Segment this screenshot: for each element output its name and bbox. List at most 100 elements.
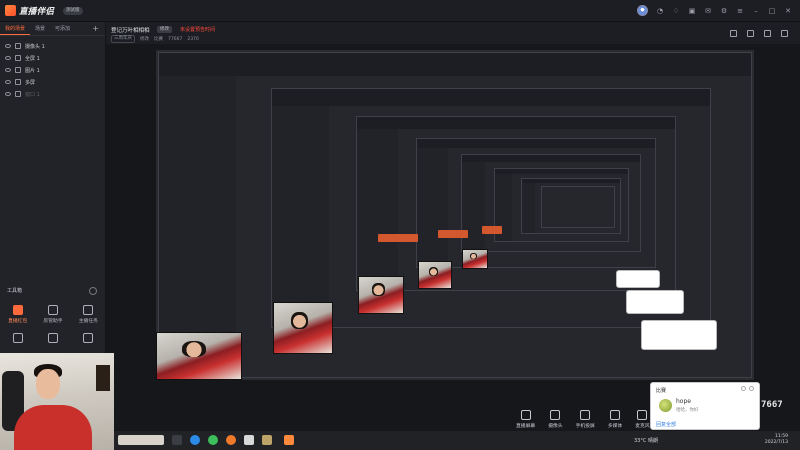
source-label: 窗口 1 [25, 91, 40, 98]
add-source-icon[interactable]: + [92, 24, 99, 33]
gift-icon[interactable]: ▣ [688, 7, 696, 15]
webcam-preview [358, 276, 404, 314]
category-chip: 三周年庆 [111, 35, 135, 43]
tool-microphone[interactable]: 麦克风 [635, 410, 650, 429]
shirt-icon[interactable]: ♢ [672, 7, 680, 15]
tool-label: 手机投屏 [575, 424, 595, 429]
lock-icon[interactable] [15, 67, 21, 73]
title-bar-actions: ◔ ♢ ▣ ✉ ⚙ ≡ – □ ✕ [637, 5, 792, 16]
viewer-stat: 2370 [187, 36, 199, 42]
lock-icon[interactable] [15, 43, 21, 49]
preview-layer [541, 186, 615, 228]
source-item-camera[interactable]: 摄像头 1 [0, 40, 105, 52]
lock-icon[interactable] [15, 91, 21, 97]
category-edit[interactable]: 修改 [140, 36, 149, 42]
edge-icon[interactable] [190, 435, 200, 445]
eye-icon[interactable] [5, 80, 11, 84]
share-icon [12, 333, 23, 343]
tool-label: 麦克风 [635, 424, 650, 429]
more-icon [83, 333, 94, 343]
live-preview[interactable] [156, 50, 754, 380]
shirt-shape [14, 405, 92, 450]
tool-camera[interactable]: 摄像头 [548, 410, 563, 429]
tab-addable[interactable]: 可添加 [50, 22, 75, 35]
phone-icon [580, 410, 591, 420]
source-label: 摄像头 1 [25, 43, 45, 50]
crop-icon[interactable] [764, 30, 771, 37]
edit-tag[interactable]: 修改 [157, 26, 172, 33]
tool-more[interactable] [71, 333, 106, 345]
tool-host-tasks[interactable]: 主播任务 [71, 305, 106, 324]
media-icon [610, 410, 621, 420]
download-icon [47, 333, 58, 343]
clock-date: 2022/7/13 [764, 440, 788, 445]
lock-icon[interactable] [15, 79, 21, 85]
version-badge: 测试版 [63, 7, 83, 15]
chat-popup-mirror [641, 320, 717, 350]
lock-icon[interactable] [15, 55, 21, 61]
search-box[interactable] [118, 435, 164, 445]
source-list: 摄像头 1 全屏 1 图片 1 多屏 窗口 1 [0, 36, 105, 100]
source-item-image[interactable]: 图片 1 [0, 64, 105, 76]
live-companion-icon[interactable] [284, 435, 294, 445]
settings-icon[interactable] [741, 386, 746, 391]
tool-download[interactable] [35, 333, 70, 345]
share-icon[interactable] [781, 30, 788, 37]
maximize-icon[interactable]: □ [768, 7, 776, 15]
app-icon[interactable] [244, 435, 254, 445]
task-view-icon[interactable] [172, 435, 182, 445]
webcam-feed [0, 353, 114, 450]
close-icon[interactable] [749, 386, 754, 391]
tool-label: 主播任务 [78, 319, 98, 324]
mail-icon[interactable]: ✉ [704, 7, 712, 15]
source-item-fullscreen[interactable]: 全屏 1 [0, 52, 105, 64]
layout-icon[interactable] [730, 30, 737, 37]
firefox-icon[interactable] [226, 435, 236, 445]
meta-label: 比赛 [154, 37, 163, 42]
source-item-multiscreen[interactable]: 多屏 [0, 76, 105, 88]
minimize-icon[interactable]: – [752, 7, 760, 15]
user-avatar[interactable] [637, 5, 648, 16]
logo-text: 直播伴侣 [19, 6, 55, 17]
chat-popup-mirror [616, 270, 660, 288]
scene-tabs: 我的场景 场景 可添加 [0, 22, 105, 36]
orange-button [378, 234, 418, 242]
source-item-window[interactable]: 窗口 1 [0, 88, 105, 100]
chat-popup[interactable]: 比赛 hope 哈哈，你好 回复全部 [650, 382, 760, 430]
lock-icon[interactable] [747, 30, 754, 37]
webcam-preview [156, 332, 242, 380]
app-icon[interactable] [262, 435, 272, 445]
toolbox-title: 工具箱 [7, 288, 23, 294]
tab-my-scenes[interactable]: 我的场景 [0, 22, 31, 35]
logo-icon [5, 5, 16, 16]
red-packet-icon [12, 305, 23, 315]
tool-phone-cast[interactable]: 手机投屏 [576, 410, 595, 429]
tool-screen[interactable]: 直播屏幕 [516, 410, 535, 429]
headset-icon[interactable]: ◔ [656, 7, 664, 15]
bottom-toolbar: 直播屏幕 摄像头 手机投屏 多媒体 麦克风 [516, 410, 650, 429]
eye-icon[interactable] [5, 68, 11, 72]
live-title[interactable]: 登记万叶相相相 [111, 26, 150, 34]
tab-scenes[interactable]: 场景 [30, 22, 50, 35]
wechat-icon[interactable] [208, 435, 218, 445]
app-logo: 直播伴侣 [5, 4, 60, 17]
contact-avatar[interactable] [659, 399, 672, 412]
menu-icon[interactable]: ≡ [736, 7, 744, 15]
shelf-shape [96, 365, 110, 391]
reply-all-link[interactable]: 回复全部 [656, 421, 676, 428]
close-icon[interactable]: ✕ [784, 7, 792, 15]
popup-title: 比赛 [656, 388, 667, 394]
eye-icon[interactable] [5, 92, 11, 96]
eye-icon[interactable] [5, 44, 11, 48]
orange-button [438, 230, 468, 238]
app-window: 直播伴侣 测试版 ◔ ♢ ▣ ✉ ⚙ ≡ – □ ✕ 我的场景 场景 可添加 +… [0, 0, 800, 450]
tool-share[interactable] [0, 333, 35, 345]
tool-label: 直播屏幕 [516, 424, 536, 429]
tool-media[interactable]: 多媒体 [608, 410, 622, 429]
settings-icon[interactable]: ⚙ [720, 7, 728, 15]
eye-icon[interactable] [5, 56, 11, 60]
tool-room-manager[interactable]: 房管助手 [35, 305, 70, 324]
tool-red-packet[interactable]: 直播红包 [0, 305, 35, 324]
collapse-icon[interactable] [89, 287, 97, 295]
source-label: 全屏 1 [25, 55, 40, 62]
